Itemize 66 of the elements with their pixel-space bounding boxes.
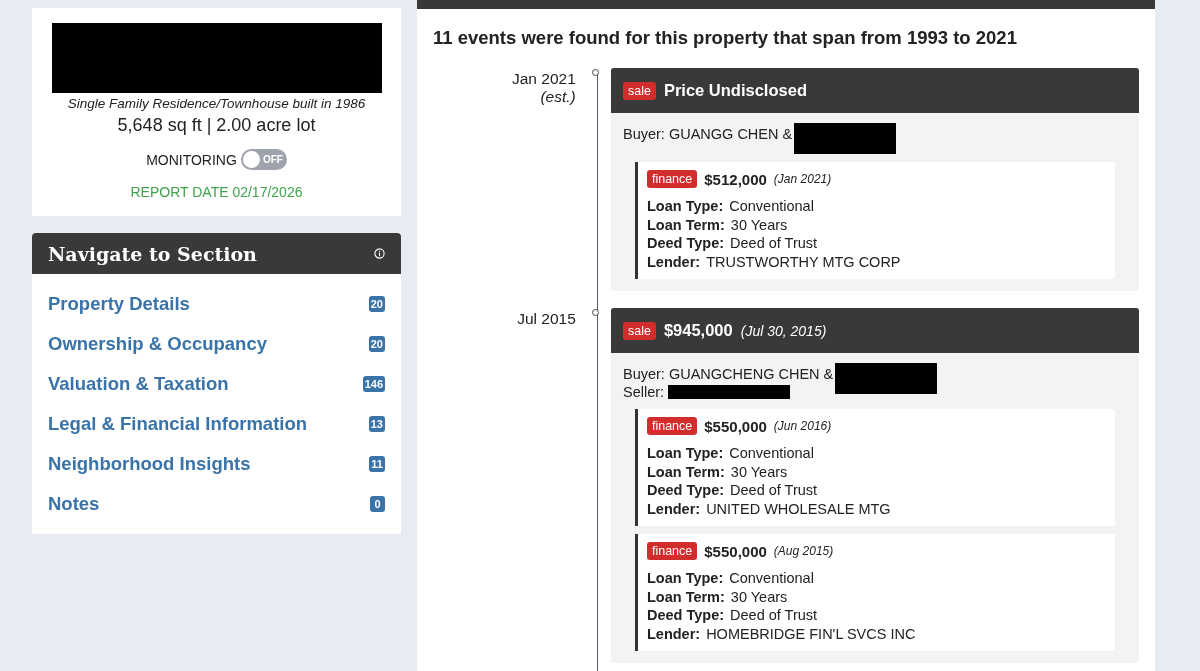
sale-date: (Jul 30, 2015) (740, 322, 827, 339)
finance-tag: finance (646, 417, 698, 435)
finance-tag: finance (646, 542, 698, 560)
count-badge: 11 (369, 456, 385, 472)
sale-price: Price Undisclosed (663, 81, 807, 100)
detail-label: Lender: (646, 624, 701, 643)
count-badge: 20 (368, 336, 385, 352)
count-badge: 146 (362, 376, 385, 392)
party-name: Buyer: GUANGG CHEN & (622, 125, 793, 143)
detail-value: UNITED WHOLESALE MTG (706, 499, 891, 518)
sale-tag: sale (622, 81, 656, 100)
detail-value: Conventional (729, 444, 814, 463)
detail-value: 30 Years (730, 215, 788, 234)
event-date: Jul 2015 (516, 310, 576, 328)
detail-value: TRUSTWORTHY MTG CORP (706, 252, 901, 271)
detail-label: Loan Type: (646, 444, 724, 463)
finance-amount: $550,000 (704, 417, 767, 435)
section-link[interactable]: Ownership & Occupancy (48, 333, 267, 355)
timeline-dot (591, 309, 599, 316)
detail-value: Deed of Trust (730, 234, 818, 253)
section-link[interactable]: Neighborhood Insights (48, 453, 251, 475)
section-link[interactable]: Property Details (48, 293, 190, 315)
section-link[interactable]: Legal & Financial Information (48, 413, 308, 435)
count-badge: 20 (368, 296, 385, 312)
detail-label: Deed Type: (646, 234, 725, 253)
detail-label: Deed Type: (646, 606, 725, 625)
event-date-note: (est.) (539, 88, 576, 106)
detail-label: Loan Term: (646, 215, 725, 234)
property-size: 5,648 sq ft | 2.00 acre lot (117, 115, 316, 136)
detail-value: Deed of Trust (730, 481, 818, 500)
finance-date: (Aug 2015) (773, 544, 834, 558)
navigation-title: Navigate to Section (48, 242, 257, 265)
detail-value: Conventional (729, 197, 814, 216)
detail-value: 30 Years (730, 587, 788, 606)
detail-value: 30 Years (730, 462, 788, 481)
detail-label: Deed Type: (646, 481, 725, 500)
section-link[interactable]: Notes (48, 493, 100, 515)
report-date: REPORT DATE 02/17/2026 (130, 184, 303, 200)
detail-label: Loan Term: (646, 462, 725, 481)
timeline-dot (591, 69, 599, 76)
info-icon[interactable] (374, 248, 385, 259)
detail-label: Loan Term: (646, 587, 725, 606)
finance-date: (Jan 2021) (773, 172, 832, 186)
finance-tag: finance (646, 170, 698, 188)
event-date: Jan 2021 (511, 70, 576, 88)
property-description: Single Family Residence/Townhouse built in 1986 (67, 96, 366, 111)
finance-amount: $512,000 (704, 170, 767, 188)
count-badge: 13 (368, 416, 385, 432)
section-link[interactable]: Valuation & Taxation (48, 373, 229, 395)
party-name: Seller: (622, 383, 665, 401)
detail-value: Conventional (729, 569, 814, 588)
sale-price: $945,000 (663, 321, 733, 340)
detail-label: Loan Type: (646, 197, 724, 216)
detail-value: HOMEBRIDGE FIN'L SVCS INC (706, 624, 916, 643)
detail-label: Lender: (646, 499, 701, 518)
sale-tag: sale (622, 321, 656, 340)
detail-value: Deed of Trust (730, 606, 818, 625)
monitoring-toggle[interactable]: OFF (240, 149, 287, 170)
finance-amount: $550,000 (704, 542, 767, 560)
events-summary: 11 events were found for this property that span from 1993 to 2021 (433, 27, 1018, 49)
detail-label: Loan Type: (646, 569, 724, 588)
party-name: Buyer: GUANGCHENG CHEN & (622, 365, 834, 383)
detail-label: Lender: (646, 252, 701, 271)
finance-date: (Jun 2016) (773, 419, 832, 433)
count-badge: 0 (370, 496, 385, 512)
monitoring-label: MONITORING (146, 151, 237, 168)
